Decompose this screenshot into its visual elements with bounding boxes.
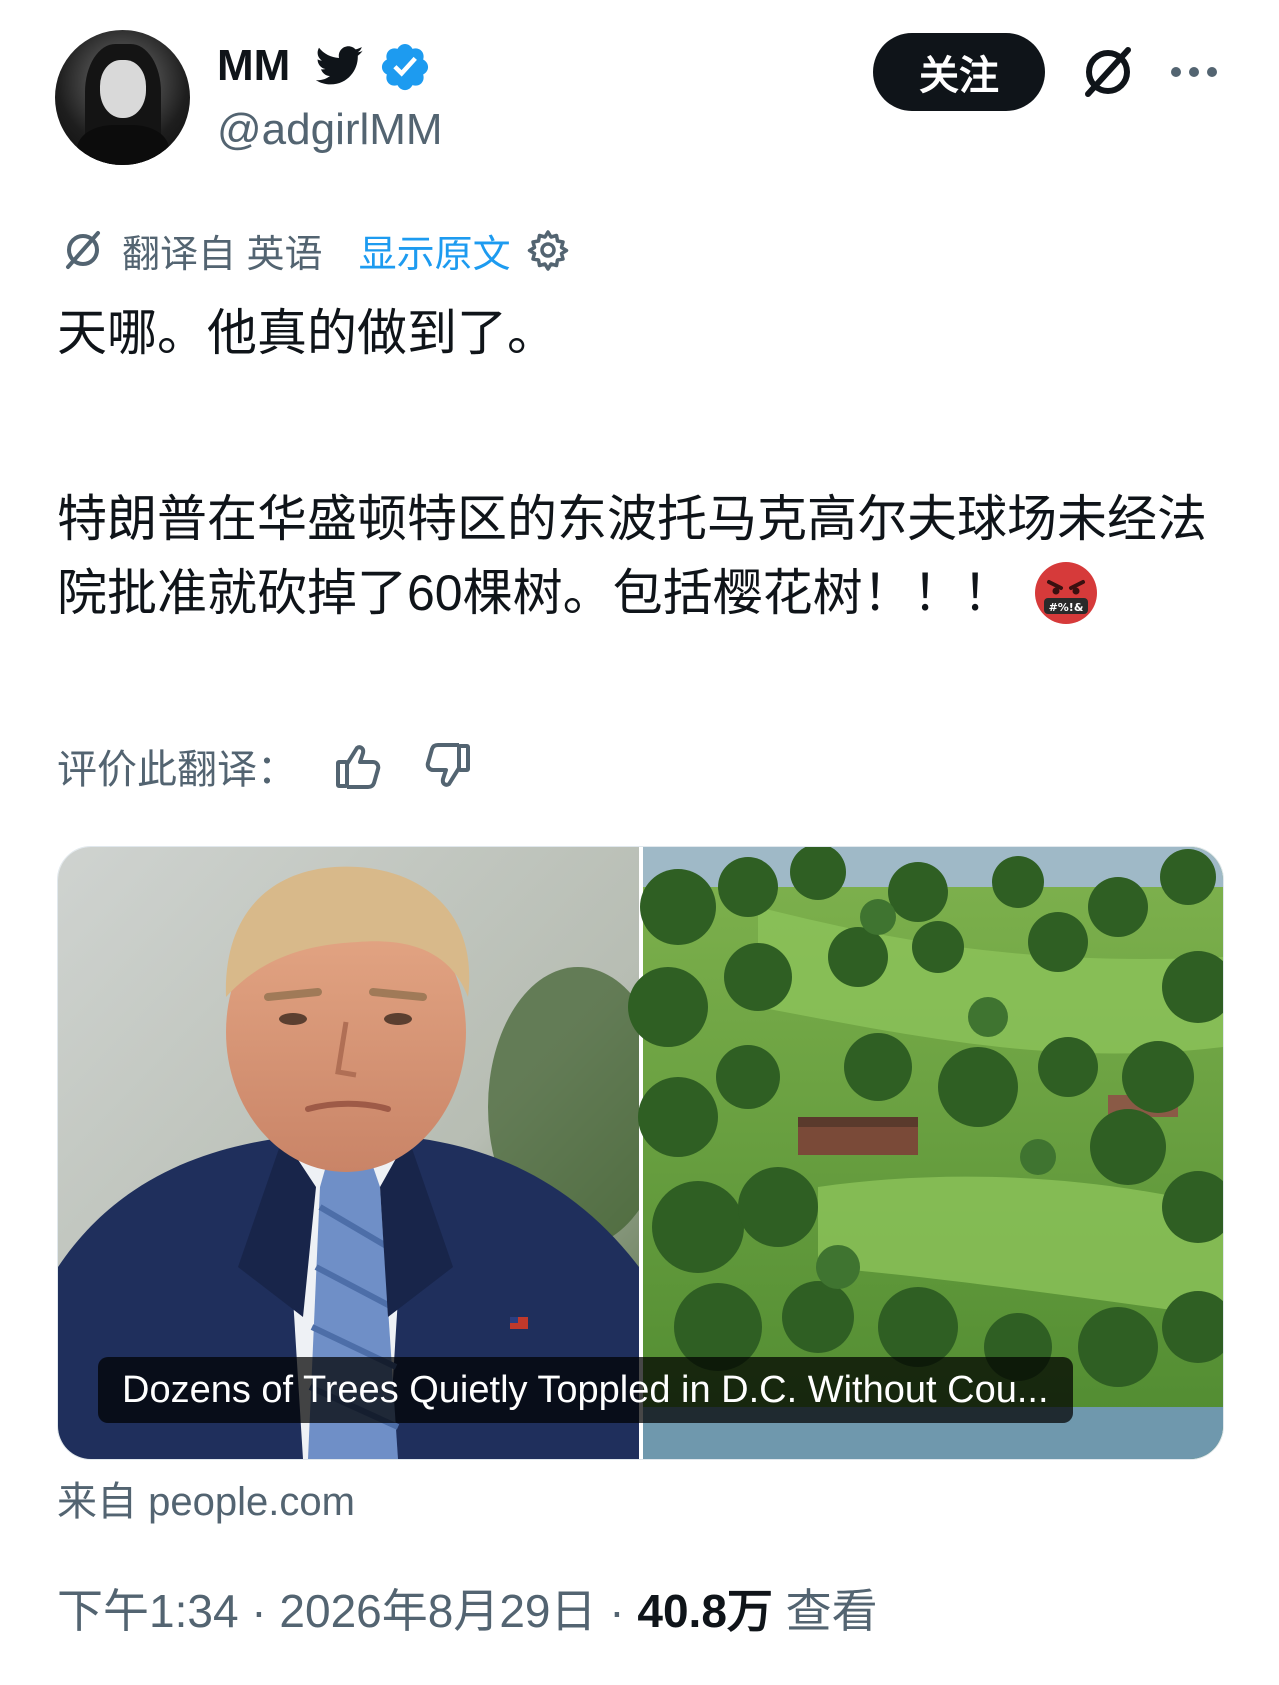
avatar-body (77, 125, 169, 165)
translation-bar: 翻译自 英语 显示原文 (60, 224, 571, 276)
show-original-link[interactable]: 显示原文 (359, 223, 511, 278)
views-label: 查看 (772, 1585, 878, 1637)
translated-from-label: 翻译自 英语 (122, 233, 323, 276)
follow-button[interactable]: 关注 (873, 33, 1045, 111)
thumbs-down-icon[interactable] (421, 740, 473, 792)
emoji-symbol-text: #%!& (1048, 601, 1083, 614)
angry-cursing-face-emoji: #%!& (1034, 561, 1097, 624)
tweet-page: MM @adgirlMM 关注 翻译自 英语 显示原文 天哪。他真的做到了。 特… (0, 0, 1279, 1685)
rate-translation-label: 评价此翻译： (57, 748, 297, 792)
tweet-line-1: 天哪。他真的做到了。 (57, 305, 557, 361)
rate-translation: 评价此翻译： (57, 738, 473, 794)
card-source[interactable]: 来自 people.com (57, 1476, 355, 1528)
author-avatar[interactable] (55, 30, 190, 165)
author-handle[interactable]: @adgirlMM (217, 104, 443, 156)
tweet-meta: 下午1:34 · 2026年8月29日 · 40.8万 查看 (57, 1580, 878, 1642)
grok-slash-icon[interactable] (1078, 42, 1138, 102)
thumbs-up-icon[interactable] (333, 740, 385, 792)
link-preview-card[interactable]: Dozens of Trees Quietly Toppled in D.C. … (57, 846, 1224, 1460)
avatar-face (100, 60, 146, 118)
card-caption: Dozens of Trees Quietly Toppled in D.C. … (98, 1357, 1073, 1423)
views-count: 40.8万 (637, 1585, 773, 1637)
gear-icon[interactable] (525, 227, 571, 273)
author-display-name[interactable]: MM (217, 40, 290, 92)
tweet-timestamp[interactable]: 下午1:34 · 2026年8月29日 · (57, 1585, 637, 1637)
verified-badge-icon (381, 43, 429, 91)
tweet-line-2: 特朗普在华盛顿特区的东波托马克高尔夫球场未经法院批准就砍掉了60棵树。包括樱花树… (57, 482, 1227, 630)
more-dots-icon[interactable] (1168, 60, 1220, 84)
translate-icon (66, 231, 100, 269)
twitter-bird-icon (316, 46, 364, 85)
tweet-text: 天哪。他真的做到了。 特朗普在华盛顿特区的东波托马克高尔夫球场未经法院批准就砍掉… (57, 296, 1227, 630)
